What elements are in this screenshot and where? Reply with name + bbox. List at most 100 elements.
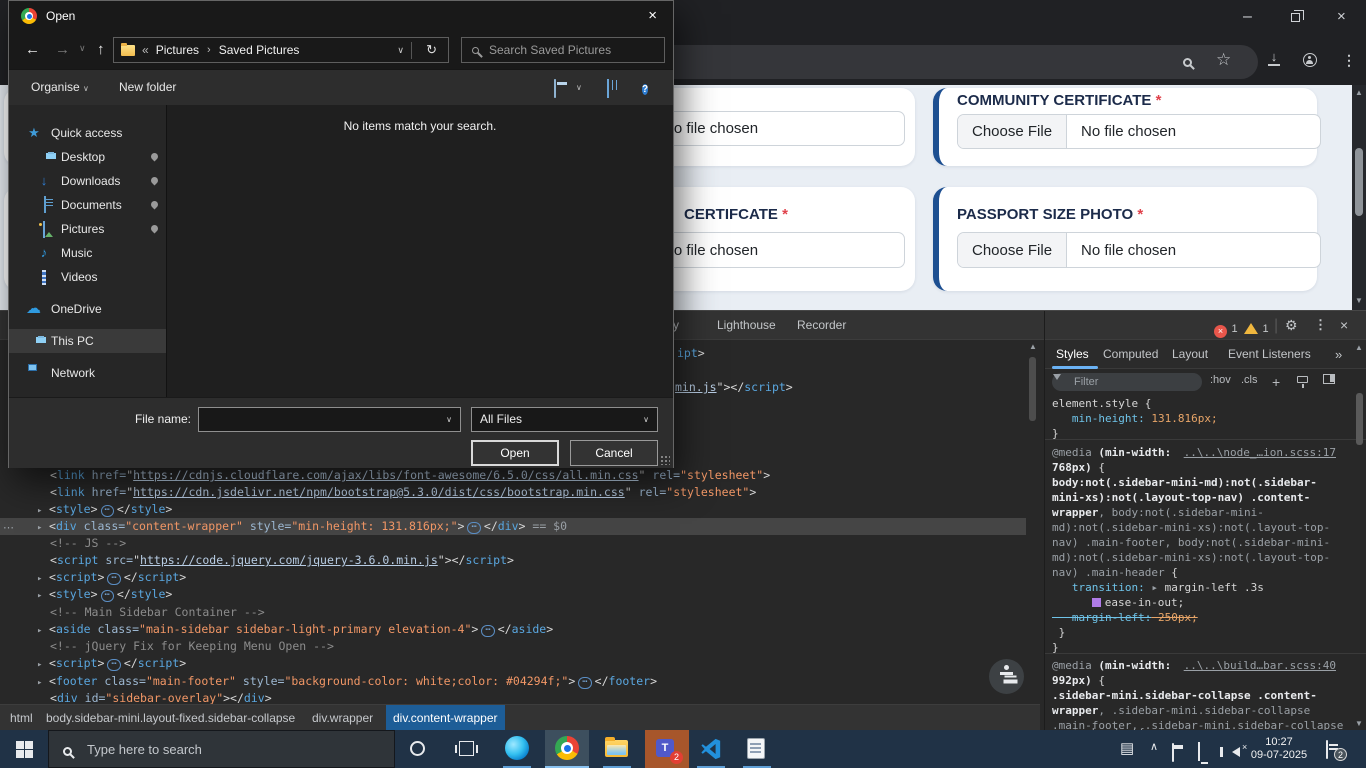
window-minimize-button[interactable]: –: [1243, 10, 1252, 24]
style-line[interactable]: element.style {: [1052, 396, 1352, 411]
code-line[interactable]: ▸<style>⋯</style>: [0, 501, 1026, 518]
breadcrumb-pictures[interactable]: Pictures: [156, 43, 199, 57]
window-restore-button[interactable]: [1291, 13, 1300, 22]
style-line[interactable]: }: [1052, 625, 1352, 640]
view-dropdown-icon[interactable]: ∨: [576, 83, 582, 92]
scroll-down-icon[interactable]: ▼: [1352, 296, 1366, 305]
breadcrumb-body[interactable]: body.sidebar-mini.layout-fixed.sidebar-c…: [46, 711, 295, 725]
code-line-selected[interactable]: ▸<div class="content-wrapper" style="min…: [0, 518, 1026, 535]
error-icon[interactable]: × 1: [1214, 319, 1238, 338]
recent-locations-icon[interactable]: ∨: [79, 43, 86, 54]
breadcrumb-html[interactable]: html: [10, 711, 33, 725]
view-mode-icon[interactable]: [554, 79, 556, 97]
style-line[interactable]: md):not(.sidebar-mini-xs):not(.layout-to…: [1052, 550, 1352, 565]
network-icon[interactable]: [1198, 743, 1200, 761]
taskbar-explorer-icon[interactable]: [595, 730, 639, 768]
sidebar-item-desktop[interactable]: Desktop: [9, 145, 166, 169]
file-list-area[interactable]: No items match your search.: [166, 105, 673, 397]
task-view-button[interactable]: [443, 730, 490, 768]
hov-toggle[interactable]: :hov: [1210, 374, 1231, 386]
sidebar-item-network[interactable]: Network: [9, 361, 166, 385]
file-input-community[interactable]: Choose File No file chosen: [957, 114, 1321, 149]
style-line[interactable]: 768px) {: [1052, 460, 1352, 475]
scroll-up-icon[interactable]: ▲: [1352, 88, 1366, 97]
taskbar-search-input[interactable]: Type here to search: [48, 730, 395, 768]
code-line[interactable]: ▸<footer class="main-footer" style="back…: [0, 673, 1026, 690]
style-line[interactable]: nav) .main-header {: [1052, 565, 1352, 580]
style-line[interactable]: wrapper, body:not(.sidebar-mini-: [1052, 505, 1352, 520]
style-line[interactable]: 992px) {: [1052, 673, 1352, 688]
code-line[interactable]: <link href="https://cdn.jsdelivr.net/npm…: [0, 484, 1026, 501]
style-line[interactable]: wrapper, .sidebar-mini.sidebar-collapse: [1052, 703, 1352, 718]
page-scrollbar[interactable]: ▲ ▼: [1352, 85, 1366, 310]
sidebar-item-downloads[interactable]: ↓ Downloads: [9, 169, 166, 193]
refresh-icon[interactable]: ↻: [426, 42, 437, 58]
preview-pane-icon[interactable]: [607, 79, 609, 97]
choose-file-button[interactable]: Choose File: [958, 233, 1067, 267]
style-line[interactable]: @media (min-width:..\..\node_…ion.scss:1…: [1052, 445, 1352, 460]
sidebar-item-videos[interactable]: Videos: [9, 265, 166, 289]
code-line[interactable]: ▸<script>⋯</script>: [0, 655, 1026, 672]
cortana-button[interactable]: [395, 730, 443, 768]
sidebar-item-music[interactable]: ♪ Music: [9, 241, 166, 265]
breadcrumb-wrapper[interactable]: div.wrapper: [312, 711, 373, 725]
sidebar-item-this-pc[interactable]: This PC: [9, 329, 166, 353]
style-line[interactable]: body:not(.sidebar-mini-md):not(.sidebar-: [1052, 475, 1352, 490]
code-line[interactable]: ▸<style>⋯</style>: [0, 586, 1026, 603]
dialog-titlebar[interactable]: Open ×: [9, 1, 673, 31]
widgets-icon[interactable]: ▤: [1120, 739, 1134, 757]
breadcrumb-bar[interactable]: « Pictures › Saved Pictures ∨ ↻: [113, 37, 449, 63]
window-close-button[interactable]: ×: [1337, 10, 1346, 24]
bookmark-star-icon[interactable]: ☆: [1216, 50, 1231, 70]
file-name-input[interactable]: ∨: [198, 407, 461, 432]
resize-grip[interactable]: [660, 455, 670, 465]
downloads-icon[interactable]: ↓: [1267, 52, 1281, 71]
elements-scrollbar[interactable]: ▲: [1026, 340, 1040, 704]
cancel-button[interactable]: Cancel: [570, 440, 658, 466]
code-line[interactable]: <!-- jQuery Fix for Keeping Menu Open --…: [0, 638, 1026, 655]
sidebar-item-quick-access[interactable]: ★ Quick access: [9, 121, 166, 145]
sidebar-item-pictures[interactable]: Pictures: [9, 217, 166, 241]
code-line[interactable]: <!-- JS -->: [0, 535, 1026, 552]
code-line[interactable]: <link href="https://cdnjs.cloudflare.com…: [0, 467, 1026, 484]
sidebar-toggle-icon[interactable]: [1323, 374, 1335, 386]
tab-layout[interactable]: Layout: [1172, 347, 1208, 361]
tab-styles[interactable]: Styles: [1056, 347, 1089, 361]
breadcrumb-guillemet[interactable]: «: [142, 43, 149, 57]
styles-filter-input[interactable]: Filter: [1052, 373, 1202, 391]
tray-expand-icon[interactable]: ∧: [1150, 740, 1158, 753]
sidebar-item-documents[interactable]: Documents: [9, 193, 166, 217]
address-bar[interactable]: [640, 45, 1258, 79]
battery-icon[interactable]: [1172, 744, 1174, 762]
scroll-up-icon[interactable]: ▲: [1352, 343, 1366, 352]
devtools-settings-icon[interactable]: ⚙: [1285, 317, 1298, 334]
devtools-close-icon[interactable]: ×: [1340, 317, 1348, 333]
scroll-down-icon[interactable]: ▼: [1352, 719, 1366, 728]
taskbar-notepad-icon[interactable]: [735, 730, 779, 768]
help-icon[interactable]: ?: [642, 79, 648, 97]
browser-menu-icon[interactable]: ⋮: [1342, 52, 1356, 69]
tab-event-listeners[interactable]: Event Listeners: [1228, 347, 1311, 361]
code-line[interactable]: ▸<script>⋯</script>: [0, 569, 1026, 586]
breadcrumb-saved-pictures[interactable]: Saved Pictures: [219, 43, 300, 57]
forward-icon[interactable]: →: [55, 41, 70, 58]
style-line[interactable]: min-height: 131.816px;: [1052, 411, 1352, 426]
taskbar-chrome-icon[interactable]: [545, 730, 589, 768]
code-line[interactable]: ▸<aside class="main-sidebar sidebar-ligh…: [0, 621, 1026, 638]
choose-file-button[interactable]: Choose File: [958, 115, 1067, 148]
style-line[interactable]: ease-in-out;: [1052, 595, 1352, 610]
sidebar-item-onedrive[interactable]: ☁ OneDrive: [9, 297, 166, 321]
new-folder-button[interactable]: New folder: [119, 80, 176, 94]
tab-lighthouse[interactable]: Lighthouse: [717, 318, 776, 332]
tab-recorder[interactable]: Recorder: [797, 318, 846, 332]
scroll-up-icon[interactable]: ▲: [1026, 342, 1040, 351]
style-line[interactable]: md):not(.sidebar-mini-xs):not(.layout-to…: [1052, 520, 1352, 535]
breadcrumb-content-wrapper[interactable]: div.content-wrapper: [386, 705, 505, 732]
new-style-rule-icon[interactable]: +: [1272, 374, 1280, 390]
style-line[interactable]: nav) .main-footer, body:not(.sidebar-min…: [1052, 535, 1352, 550]
volume-muted-icon[interactable]: ×: [1232, 744, 1240, 762]
style-line[interactable]: margin-left: 250px;: [1052, 610, 1352, 625]
zoom-icon[interactable]: [1183, 54, 1192, 71]
more-tabs-icon[interactable]: »: [1335, 347, 1342, 362]
style-line[interactable]: @media (min-width:..\..\build…bar.scss:4…: [1052, 658, 1352, 673]
